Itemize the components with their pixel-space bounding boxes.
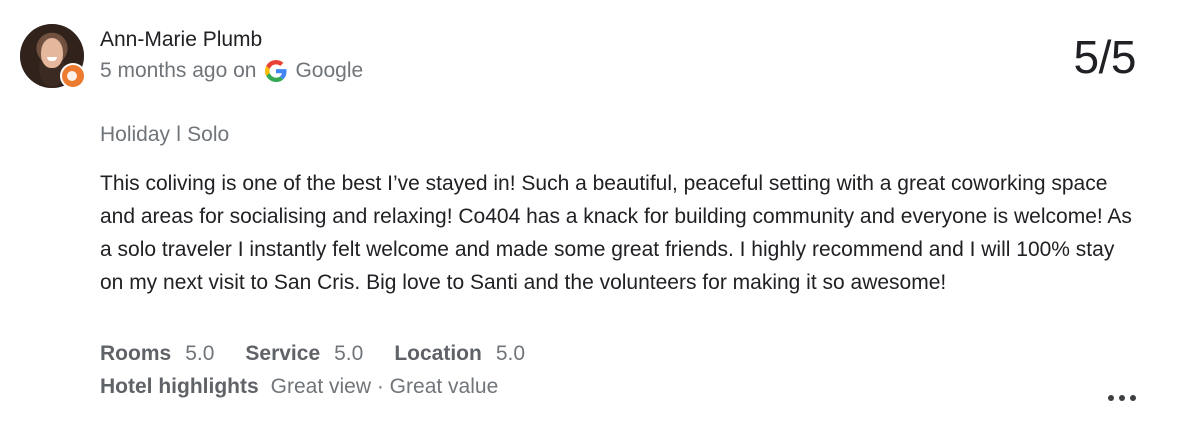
trip-type: Holiday ǀ Solo xyxy=(100,123,230,146)
more-options-button[interactable] xyxy=(1108,388,1136,408)
review-score: 5/5 xyxy=(1073,31,1137,83)
dot xyxy=(1108,395,1114,401)
rating-label: Service xyxy=(245,342,321,365)
reviewer-name[interactable]: Ann-Marie Plumb xyxy=(100,28,262,52)
highlights-value: Great view · Great value xyxy=(270,375,499,398)
category-ratings: Rooms 5.0 Service 5.0 Location 5.0 xyxy=(100,342,556,366)
rating-rooms: Rooms 5.0 xyxy=(100,342,214,366)
highlights-label: Hotel highlights xyxy=(100,375,259,398)
reviewer-avatar[interactable] xyxy=(20,24,86,89)
local-guide-badge-icon xyxy=(60,63,86,89)
review-card: Ann-Marie Plumb 5 months ago on Google 5… xyxy=(0,0,1200,421)
review-meta: 5 months ago on Google xyxy=(100,59,363,83)
review-source: Google xyxy=(295,59,364,82)
rating-service: Service 5.0 xyxy=(245,342,363,366)
rating-value: 5.0 xyxy=(185,342,215,365)
dot xyxy=(1119,395,1125,401)
avatar-face xyxy=(41,38,63,68)
google-g-icon xyxy=(265,60,287,82)
posted-time: 5 months ago on xyxy=(100,59,257,82)
rating-label: Rooms xyxy=(100,342,172,365)
rating-label: Location xyxy=(394,342,482,365)
hotel-highlights: Hotel highlights Great view · Great value xyxy=(100,375,498,399)
rating-value: 5.0 xyxy=(334,342,364,365)
dot xyxy=(1130,395,1136,401)
rating-location: Location 5.0 xyxy=(394,342,525,366)
review-text: This coliving is one of the best I’ve st… xyxy=(100,172,1132,294)
rating-value: 5.0 xyxy=(495,342,526,365)
